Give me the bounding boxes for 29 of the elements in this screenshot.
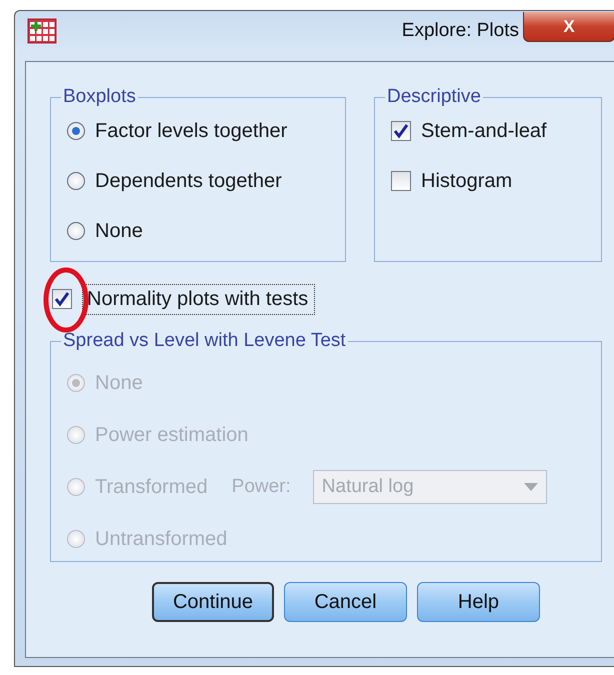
checkbox[interactable] [391, 121, 411, 141]
group-title: Spread vs Level with Levene Test [62, 330, 347, 352]
radio-button[interactable] [67, 222, 85, 240]
option-label: None [95, 220, 143, 242]
checkbox[interactable] [391, 171, 411, 191]
option-label: Power estimation [95, 424, 248, 446]
radio-button[interactable] [67, 122, 85, 140]
option-label: Untransformed [95, 528, 228, 550]
window-title: Explore: Plots [402, 20, 519, 42]
power-label: Power: [232, 476, 291, 498]
radio-button[interactable] [67, 172, 85, 190]
group-title: Boxplots [62, 86, 137, 108]
option-label: Transformed [95, 476, 208, 498]
option-label: Dependents together [95, 170, 282, 192]
close-button[interactable]: X [523, 12, 614, 42]
checkbox[interactable] [52, 289, 72, 309]
grid-icon [27, 18, 57, 44]
check-icon [54, 291, 70, 307]
check-icon [393, 123, 409, 139]
group-title: Descriptive [386, 86, 482, 108]
caret-icon [524, 483, 538, 491]
dialog-button[interactable]: Continue [152, 582, 274, 622]
option-label: Normality plots with tests [82, 284, 316, 314]
option-label: Stem-and-leaf [421, 120, 547, 142]
option-label: None [95, 372, 143, 394]
dialog-button[interactable]: Help [417, 582, 540, 622]
option-label: Histogram [421, 170, 512, 192]
dialog-button[interactable]: Cancel [284, 582, 407, 622]
option-label: Factor levels together [95, 120, 288, 142]
